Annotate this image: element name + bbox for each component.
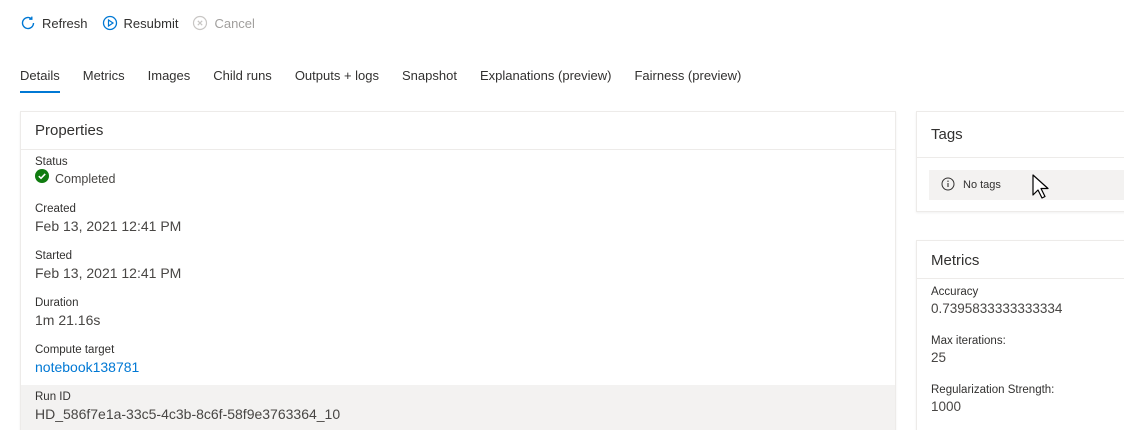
metric-value: 25	[931, 350, 947, 365]
resubmit-button[interactable]: Resubmit	[102, 15, 179, 31]
status-label: Status	[35, 156, 68, 168]
mouse-cursor-icon	[1032, 174, 1050, 205]
started-value: Feb 13, 2021 12:41 PM	[35, 265, 182, 281]
compute-target-label: Compute target	[35, 344, 115, 356]
tags-card: Tags No tags	[916, 111, 1124, 212]
metric-label: Max iterations:	[931, 335, 1006, 347]
tab-fairness[interactable]: Fairness (preview)	[634, 64, 741, 93]
metric-regularization-strength: Regularization Strength: 1000	[917, 377, 1124, 426]
check-circle-icon	[35, 169, 49, 189]
metric-accuracy: Accuracy 0.7395833333333334	[917, 279, 1124, 328]
run-id-label: Run ID	[35, 391, 71, 403]
no-tags-text: No tags	[963, 179, 1001, 191]
status-value: Completed	[55, 172, 116, 186]
tab-child-runs[interactable]: Child runs	[213, 64, 272, 93]
cancel-circle-icon	[192, 15, 208, 31]
metric-label: Accuracy	[931, 286, 979, 298]
tab-metrics[interactable]: Metrics	[83, 64, 125, 93]
tab-snapshot[interactable]: Snapshot	[402, 64, 457, 93]
tab-explanations[interactable]: Explanations (preview)	[480, 64, 612, 93]
metric-label: Regularization Strength:	[931, 384, 1055, 396]
info-icon	[941, 177, 955, 194]
tags-title: Tags	[917, 112, 1124, 158]
created-value: Feb 13, 2021 12:41 PM	[35, 218, 182, 234]
no-tags-message: No tags	[929, 170, 1124, 200]
started-property: Started Feb 13, 2021 12:41 PM	[21, 244, 895, 291]
tab-images[interactable]: Images	[148, 64, 191, 93]
refresh-button[interactable]: Refresh	[20, 15, 88, 31]
metrics-title: Metrics	[917, 241, 1124, 279]
properties-title: Properties	[21, 112, 895, 150]
compute-target-link[interactable]: notebook138781	[35, 357, 881, 377]
command-bar: Refresh Resubmit Cancel	[20, 12, 255, 34]
created-label: Created	[35, 203, 76, 215]
tab-outputs-logs[interactable]: Outputs + logs	[295, 64, 379, 93]
refresh-icon	[20, 15, 36, 31]
metric-value: 1000	[931, 399, 962, 414]
created-property: Created Feb 13, 2021 12:41 PM	[21, 197, 895, 244]
duration-property: Duration 1m 21.16s	[21, 291, 895, 338]
compute-target-property: Compute target notebook138781	[21, 338, 895, 385]
refresh-label: Refresh	[42, 15, 88, 31]
properties-card: Properties Status Completed Created Feb …	[20, 111, 896, 430]
duration-value: 1m 21.16s	[35, 312, 101, 328]
cancel-label: Cancel	[214, 15, 255, 31]
tab-bar: Details Metrics Images Child runs Output…	[20, 64, 764, 93]
resubmit-label: Resubmit	[123, 15, 179, 31]
run-id-property: Run ID HD_586f7e1a-33c5-4c3b-8c6f-58f9e3…	[21, 385, 895, 430]
started-label: Started	[35, 250, 73, 262]
metrics-card: Metrics Accuracy 0.7395833333333334 Max …	[916, 240, 1124, 430]
duration-label: Duration	[35, 297, 79, 309]
play-circle-icon	[102, 15, 118, 31]
status-property: Status Completed	[21, 150, 895, 197]
cancel-button[interactable]: Cancel	[192, 15, 255, 31]
metric-value: 0.7395833333333334	[931, 301, 1063, 316]
tab-details[interactable]: Details	[20, 64, 60, 93]
run-id-value: HD_586f7e1a-33c5-4c3b-8c6f-58f9e3763364_…	[35, 406, 341, 422]
metric-max-iterations: Max iterations: 25	[917, 328, 1124, 377]
